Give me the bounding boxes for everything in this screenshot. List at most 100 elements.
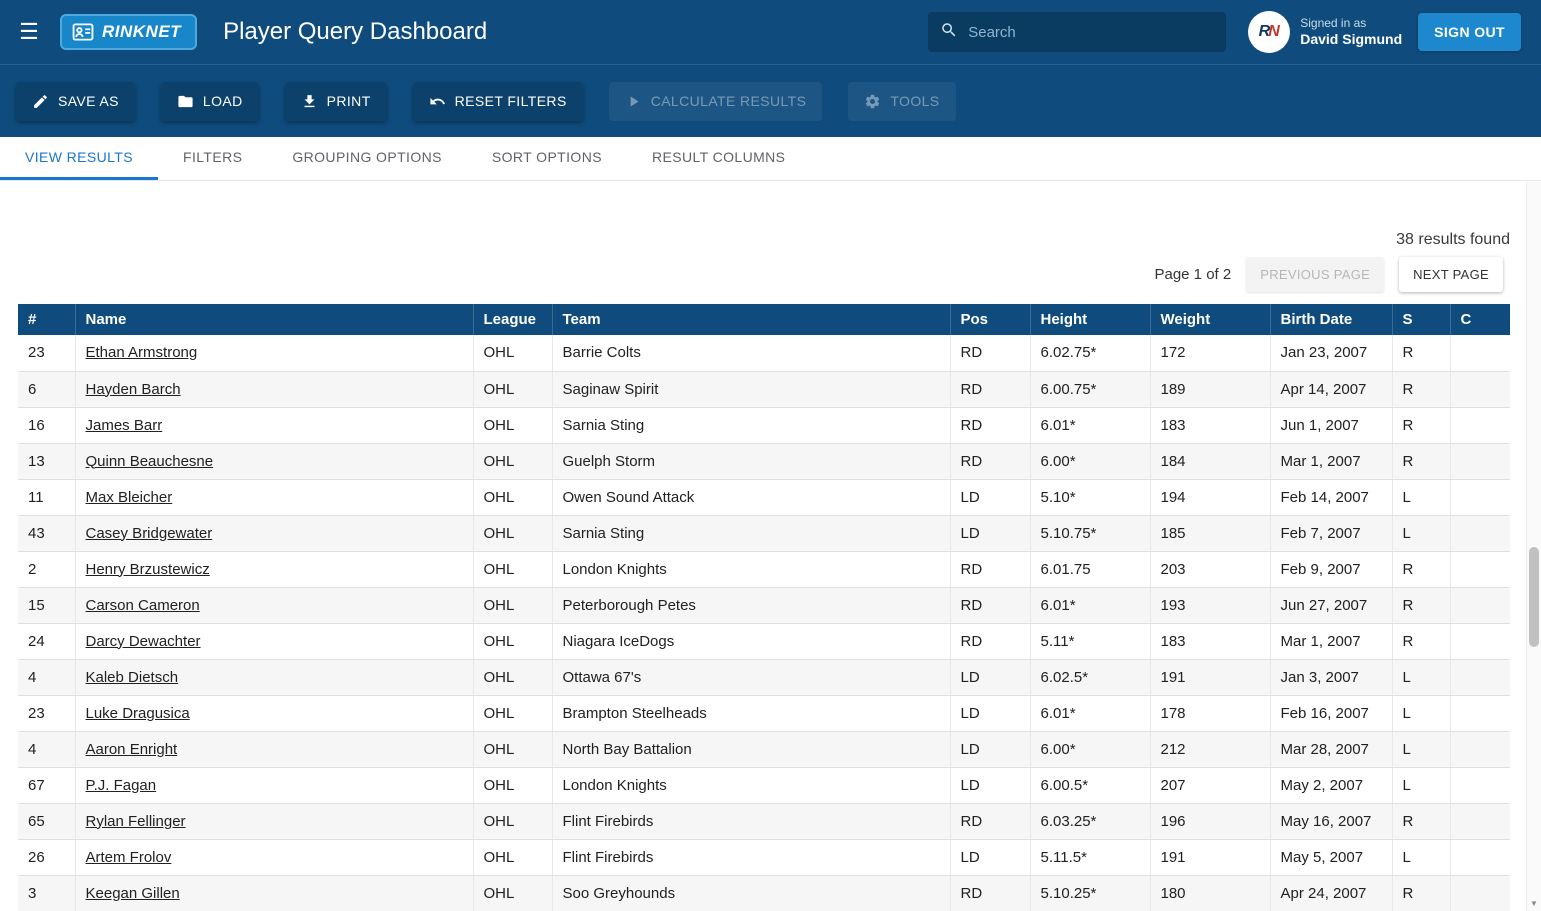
- cell-team: London Knights: [552, 767, 951, 804]
- cell-c: [1450, 587, 1510, 624]
- player-link[interactable]: Hayden Barch: [86, 381, 181, 398]
- cell-weight: 172: [1150, 335, 1271, 372]
- gear-icon: [864, 93, 881, 110]
- table-row: 13 Quinn Beauchesne OHL Guelph Storm RD 6.00*…: [18, 443, 1510, 480]
- print-button[interactable]: PRINT: [284, 81, 387, 121]
- player-link[interactable]: Artem Frolov: [86, 849, 172, 866]
- cell-weight: 189: [1150, 371, 1271, 408]
- col-header-shoots: S: [1392, 304, 1451, 335]
- cell-team: Saginaw Spirit: [552, 371, 951, 408]
- cell-number: 4: [18, 731, 76, 768]
- cell-league: OHL: [473, 515, 553, 552]
- cell-height: 6.02.75*: [1030, 335, 1151, 372]
- cell-birth-date: Feb 14, 2007: [1270, 479, 1393, 516]
- cell-shoots: R: [1392, 407, 1451, 444]
- cell-team: Owen Sound Attack: [552, 479, 951, 516]
- scrollbar-thumb[interactable]: [1529, 547, 1539, 647]
- players-table: # Name League Team Pos Height Weight Bir…: [18, 304, 1510, 911]
- player-link[interactable]: Quinn Beauchesne: [86, 453, 214, 470]
- cell-name: Rylan Fellinger: [75, 803, 474, 840]
- col-header-number: #: [18, 304, 76, 335]
- cell-team: Flint Firebirds: [552, 839, 951, 876]
- vertical-scrollbar[interactable]: ▼: [1526, 182, 1541, 911]
- scroll-down-arrow-icon[interactable]: ▼: [1527, 895, 1541, 911]
- tab-view-results[interactable]: VIEW RESULTS: [0, 137, 159, 180]
- cell-height: 6.02.5*: [1030, 659, 1151, 696]
- cell-c: [1450, 335, 1510, 372]
- cell-name: Artem Frolov: [75, 839, 474, 876]
- table-row: 43 Casey Bridgewater OHL Sarnia Sting LD 5.10…: [18, 515, 1510, 552]
- search-box[interactable]: [928, 12, 1227, 52]
- table-row: 3 Keegan Gillen OHL Soo Greyhounds RD 5.10.25…: [18, 875, 1510, 911]
- cell-shoots: R: [1392, 335, 1451, 372]
- cell-weight: 193: [1150, 587, 1271, 624]
- cell-weight: 207: [1150, 767, 1271, 804]
- cell-weight: 196: [1150, 803, 1271, 840]
- player-link[interactable]: Kaleb Dietsch: [86, 669, 179, 686]
- hamburger-menu-icon[interactable]: ☰: [16, 19, 42, 45]
- cell-weight: 191: [1150, 839, 1271, 876]
- cell-weight: 178: [1150, 695, 1271, 732]
- cell-height: 6.00*: [1030, 443, 1151, 480]
- cell-weight: 194: [1150, 479, 1271, 516]
- player-link[interactable]: Casey Bridgewater: [86, 525, 213, 542]
- top-navbar: ☰ RINKNET Player Query Dashboard RN S: [0, 0, 1541, 64]
- search-input[interactable]: [968, 23, 1215, 41]
- cell-pos: LD: [950, 695, 1031, 732]
- tab-filters[interactable]: FILTERS: [158, 137, 267, 180]
- avatar[interactable]: RN: [1248, 11, 1291, 53]
- cell-name: Carson Cameron: [75, 587, 474, 624]
- player-link[interactable]: P.J. Fagan: [86, 777, 157, 794]
- cell-height: 6.01*: [1030, 407, 1151, 444]
- reset-filters-button[interactable]: RESET FILTERS: [412, 81, 583, 121]
- tools-label: TOOLS: [890, 93, 940, 109]
- cell-c: [1450, 479, 1510, 516]
- cell-height: 5.10.75*: [1030, 515, 1151, 552]
- tab-grouping-options[interactable]: GROUPING OPTIONS: [267, 137, 467, 180]
- table-body: 23 Ethan Armstrong OHL Barrie Colts RD 6.02.7…: [18, 335, 1510, 911]
- player-link[interactable]: Keegan Gillen: [86, 885, 180, 902]
- tab-result-columns[interactable]: RESULT COLUMNS: [627, 137, 810, 180]
- tab-sort-options[interactable]: SORT OPTIONS: [467, 137, 627, 180]
- player-link[interactable]: Darcy Dewachter: [86, 633, 201, 650]
- cell-league: OHL: [473, 371, 553, 408]
- cell-team: Soo Greyhounds: [552, 875, 951, 911]
- player-link[interactable]: Aaron Enright: [86, 741, 178, 758]
- cell-name: Quinn Beauchesne: [75, 443, 474, 480]
- cell-number: 6: [18, 371, 76, 408]
- cell-league: OHL: [473, 767, 553, 804]
- table-header-row: # Name League Team Pos Height Weight Bir…: [18, 304, 1510, 335]
- cell-pos: RD: [950, 587, 1031, 624]
- cell-number: 3: [18, 875, 76, 911]
- player-link[interactable]: Ethan Armstrong: [86, 344, 198, 361]
- rinknet-logo[interactable]: RINKNET: [60, 14, 198, 50]
- cell-shoots: R: [1392, 587, 1451, 624]
- cell-team: Flint Firebirds: [552, 803, 951, 840]
- cell-pos: LD: [950, 659, 1031, 696]
- cell-birth-date: Jun 27, 2007: [1270, 587, 1393, 624]
- sign-out-button[interactable]: SIGN OUT: [1418, 13, 1521, 51]
- player-link[interactable]: Carson Cameron: [86, 597, 200, 614]
- player-link[interactable]: Henry Brzustewicz: [86, 561, 210, 578]
- cell-number: 23: [18, 695, 76, 732]
- action-toolbar: SAVE AS LOAD PRINT RESET FILTERS CALCULA…: [0, 64, 1541, 137]
- player-link[interactable]: Rylan Fellinger: [86, 813, 186, 830]
- player-link[interactable]: Max Bleicher: [86, 489, 173, 506]
- search-icon: [940, 21, 958, 44]
- signed-in-block: Signed in as David Sigmund: [1300, 16, 1402, 49]
- cell-team: Niagara IceDogs: [552, 623, 951, 660]
- next-page-button[interactable]: NEXT PAGE: [1399, 257, 1503, 292]
- cell-number: 65: [18, 803, 76, 840]
- player-link[interactable]: Luke Dragusica: [86, 705, 190, 722]
- cell-league: OHL: [473, 803, 553, 840]
- load-label: LOAD: [202, 93, 243, 109]
- cell-league: OHL: [473, 623, 553, 660]
- load-button[interactable]: LOAD: [160, 81, 259, 121]
- cell-pos: RD: [950, 551, 1031, 588]
- brand-name: RINKNET: [102, 22, 182, 41]
- player-link[interactable]: James Barr: [86, 417, 163, 434]
- save-as-button[interactable]: SAVE AS: [16, 81, 135, 121]
- badge-icon: [72, 23, 94, 41]
- cell-number: 43: [18, 515, 76, 552]
- cell-shoots: L: [1392, 767, 1451, 804]
